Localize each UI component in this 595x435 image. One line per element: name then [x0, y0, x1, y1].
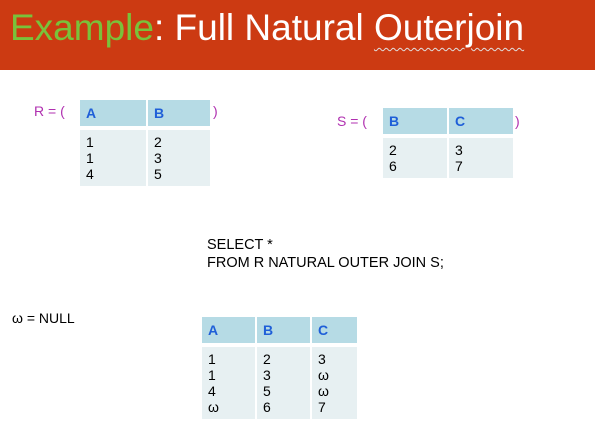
r-col-b-header: B	[148, 100, 210, 130]
result-col-c-values: 3 ω ω 7	[312, 347, 357, 419]
result-col-b-values: 2 3 5 6	[257, 347, 312, 419]
table-cell: 3	[455, 142, 463, 158]
null-definition: ω = NULL	[12, 310, 75, 326]
sql-line-from: FROM R NATURAL OUTER JOIN S;	[207, 255, 444, 271]
table-cell: 4	[86, 166, 94, 182]
table-cell: 5	[154, 166, 162, 182]
r-col-b-values: 2 3 5	[148, 130, 210, 186]
table-cell: 7	[455, 158, 463, 174]
title-bar: Example: Full Natural Outerjoin	[0, 0, 595, 70]
sql-line-select: SELECT *	[207, 237, 273, 253]
s-relation-table: B C 2 6 3 7	[383, 108, 513, 178]
table-cell: 1	[86, 134, 94, 150]
s-col-b-values: 2 6	[383, 138, 449, 178]
table-cell: 1	[86, 150, 94, 166]
result-col-b-header: B	[257, 317, 312, 347]
result-col-a-header: A	[202, 317, 257, 347]
table-cell: 2	[389, 142, 397, 158]
r-relation-close-paren: )	[213, 103, 218, 119]
s-relation-label: S = (	[337, 113, 367, 129]
table-cell: 4	[208, 383, 216, 399]
table-cell: 3	[263, 367, 271, 383]
result-col-a-values: 1 1 4 ω	[202, 347, 257, 419]
table-cell: 5	[263, 383, 271, 399]
s-col-c-header: C	[449, 108, 513, 138]
table-cell: 2	[154, 134, 162, 150]
result-relation-table: A B C 1 1 4 ω 2 3 5 6 3 ω ω 7	[202, 317, 357, 419]
title-middle: : Full Natural	[153, 7, 374, 48]
r-col-a-header: A	[80, 100, 148, 130]
table-cell: 7	[318, 399, 326, 415]
result-col-c-header: C	[312, 317, 357, 347]
s-relation-close-paren: )	[515, 113, 520, 129]
table-cell: 1	[208, 351, 216, 367]
title-squiggle-word: Outerjoin	[373, 7, 525, 48]
table-cell: ω	[318, 367, 329, 383]
table-cell: 3	[154, 150, 162, 166]
s-col-c-values: 3 7	[449, 138, 513, 178]
table-cell: 3	[318, 351, 326, 367]
table-cell: 6	[263, 399, 271, 415]
s-col-b-header: B	[383, 108, 449, 138]
slide-title: Example: Full Natural Outerjoin	[10, 6, 524, 50]
r-col-a-values: 1 1 4	[80, 130, 148, 186]
table-cell: 6	[389, 158, 397, 174]
sql-query: SELECT * FROM R NATURAL OUTER JOIN S;	[207, 236, 444, 272]
table-cell: ω	[208, 399, 219, 415]
table-cell: ω	[318, 383, 329, 399]
r-relation-label: R = (	[34, 103, 65, 119]
table-cell: 2	[263, 351, 271, 367]
title-accent-word: Example	[10, 7, 154, 48]
r-relation-table: A B 1 1 4 2 3 5	[80, 100, 210, 186]
table-cell: 1	[208, 367, 216, 383]
